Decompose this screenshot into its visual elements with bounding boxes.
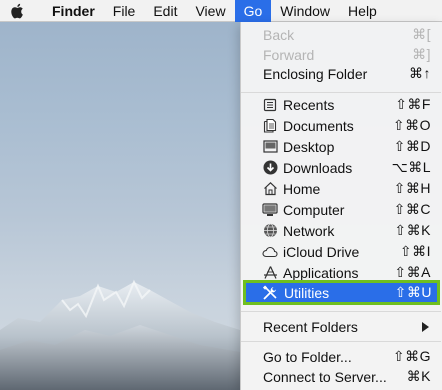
menu-separator <box>241 341 441 342</box>
forward-label: Forward <box>263 46 315 63</box>
menu-view[interactable]: View <box>186 0 234 22</box>
home-icon <box>262 181 278 197</box>
go-menu-dropdown: Back ⌘[ Forward ⌘] Enclosing Folder ⌘↑ R… <box>240 22 442 390</box>
menu-bar: Finder File Edit View Go Window Help <box>0 0 442 22</box>
network-shortcut: ⇧⌘K <box>394 222 431 238</box>
menu-item-forward[interactable]: Forward ⌘] <box>241 44 441 65</box>
menu-item-recents[interactable]: Recents ⇧⌘F <box>241 94 441 115</box>
desktop-screen: Finder File Edit View Go Window Help Bac… <box>0 0 442 390</box>
back-shortcut: ⌘[ <box>412 26 431 42</box>
applications-shortcut: ⇧⌘A <box>394 264 431 280</box>
enclosing-folder-label: Enclosing Folder <box>263 65 368 82</box>
recents-shortcut: ⇧⌘F <box>395 96 431 112</box>
enclosing-folder-shortcut: ⌘↑ <box>409 65 431 81</box>
icloud-drive-label: iCloud Drive <box>283 243 360 260</box>
menu-item-documents[interactable]: Documents ⇧⌘O <box>241 115 441 136</box>
menu-separator <box>241 311 441 312</box>
menu-separator <box>241 92 441 93</box>
utilities-shortcut: ⇧⌘U <box>394 284 432 300</box>
menu-item-go-to-folder[interactable]: Go to Folder... ⇧⌘G <box>241 346 441 367</box>
documents-icon <box>262 118 278 134</box>
menu-item-recent-folders[interactable]: Recent Folders <box>241 316 441 337</box>
menu-item-enclosing-folder[interactable]: Enclosing Folder ⌘↑ <box>241 63 441 84</box>
documents-shortcut: ⇧⌘O <box>392 117 431 133</box>
menu-go[interactable]: Go <box>234 0 272 22</box>
home-label: Home <box>283 180 321 197</box>
desktop-icon <box>262 139 278 155</box>
applications-icon <box>262 265 278 281</box>
connect-to-server-label: Connect to Server... <box>263 368 387 385</box>
recents-label: Recents <box>283 96 335 113</box>
applications-label: Applications <box>283 264 359 281</box>
submenu-arrow-icon <box>422 321 429 332</box>
documents-label: Documents <box>283 117 354 134</box>
menu-item-utilities[interactable]: Utilities ⇧⌘U <box>243 280 440 305</box>
menu-finder[interactable]: Finder <box>34 0 104 22</box>
menu-edit[interactable]: Edit <box>144 0 186 22</box>
desktop-label: Desktop <box>283 138 335 155</box>
menu-item-connect-to-server[interactable]: Connect to Server... ⌘K <box>241 366 441 387</box>
forward-shortcut: ⌘] <box>412 46 431 62</box>
downloads-icon <box>262 160 278 176</box>
menu-item-desktop[interactable]: Desktop ⇧⌘D <box>241 136 441 157</box>
menu-item-downloads[interactable]: Downloads ⌥⌘L <box>241 157 441 178</box>
menu-help[interactable]: Help <box>339 0 386 22</box>
network-label: Network <box>283 222 335 239</box>
menu-file[interactable]: File <box>104 0 145 22</box>
icloud-icon <box>262 244 278 260</box>
icloud-drive-shortcut: ⇧⌘I <box>399 243 431 259</box>
computer-icon <box>262 202 278 218</box>
desktop-shortcut: ⇧⌘D <box>393 138 431 154</box>
apple-icon[interactable] <box>0 0 34 22</box>
connect-to-server-shortcut: ⌘K <box>406 368 431 384</box>
menu-item-home[interactable]: Home ⇧⌘H <box>241 178 441 199</box>
menu-item-network[interactable]: Network ⇧⌘K <box>241 220 441 241</box>
computer-shortcut: ⇧⌘C <box>393 201 431 217</box>
go-to-folder-shortcut: ⇧⌘G <box>392 348 431 364</box>
downloads-label: Downloads <box>283 159 353 176</box>
go-to-folder-label: Go to Folder... <box>263 348 352 365</box>
recents-icon <box>262 97 278 113</box>
menu-item-back[interactable]: Back ⌘[ <box>241 24 441 45</box>
utilities-label: Utilities <box>284 284 330 301</box>
menu-window[interactable]: Window <box>271 0 339 22</box>
computer-label: Computer <box>283 201 345 218</box>
utilities-icon <box>262 284 278 301</box>
downloads-shortcut: ⌥⌘L <box>391 159 431 175</box>
home-shortcut: ⇧⌘H <box>393 180 431 196</box>
menu-item-icloud-drive[interactable]: iCloud Drive ⇧⌘I <box>241 241 441 262</box>
recent-folders-label: Recent Folders <box>263 318 358 335</box>
network-icon <box>262 223 278 239</box>
menu-item-computer[interactable]: Computer ⇧⌘C <box>241 199 441 220</box>
back-label: Back <box>263 26 295 43</box>
